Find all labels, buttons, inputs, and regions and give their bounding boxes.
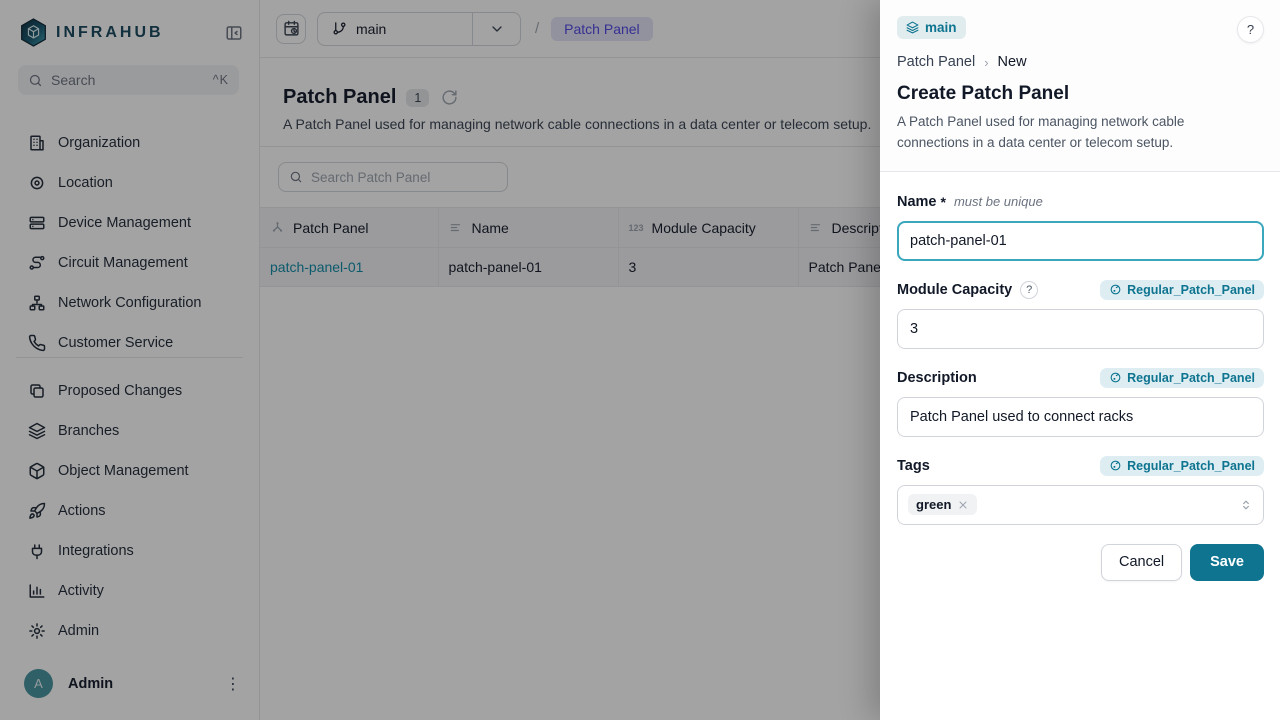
branch-badge: main (897, 16, 966, 39)
breadcrumb-parent[interactable]: Patch Panel (897, 54, 975, 70)
field-help-icon[interactable]: ? (1020, 281, 1038, 299)
remove-tag-icon[interactable] (957, 499, 969, 511)
cancel-button[interactable]: Cancel (1101, 544, 1182, 581)
drawer-header: main ? Patch Panel › New Create Patch Pa… (880, 0, 1280, 172)
tag-chip-green: green (908, 494, 977, 515)
chevron-up-down-icon (1239, 498, 1253, 512)
drawer-title: Create Patch Panel (897, 83, 1264, 105)
modal-overlay[interactable] (0, 0, 880, 720)
profile-icon (1109, 371, 1122, 384)
breadcrumb-current: New (998, 54, 1027, 70)
drawer-breadcrumb: Patch Panel › New (897, 54, 1264, 70)
help-button[interactable]: ? (1237, 16, 1264, 43)
description-input[interactable] (897, 397, 1264, 437)
profile-icon (1109, 459, 1122, 472)
chevron-right-icon: › (984, 55, 988, 70)
layers-icon (906, 21, 919, 34)
required-marker: * (941, 194, 946, 210)
field-name: Name * must be unique (897, 192, 1264, 261)
field-tags: Tags Regular_Patch_Panel green (897, 456, 1264, 525)
drawer-description: A Patch Panel used for managing network … (897, 112, 1227, 154)
create-form: Name * must be unique Module Capacity ? … (880, 172, 1280, 581)
name-input[interactable] (897, 221, 1264, 261)
unique-hint: must be unique (954, 194, 1043, 209)
tags-select[interactable]: green (897, 485, 1264, 525)
profile-badge[interactable]: Regular_Patch_Panel (1100, 368, 1264, 388)
save-button[interactable]: Save (1190, 544, 1264, 581)
profile-badge[interactable]: Regular_Patch_Panel (1100, 280, 1264, 300)
field-description: Description Regular_Patch_Panel (897, 368, 1264, 437)
profile-icon (1109, 283, 1122, 296)
field-module-capacity: Module Capacity ? Regular_Patch_Panel (897, 280, 1264, 349)
profile-badge[interactable]: Regular_Patch_Panel (1100, 456, 1264, 476)
create-patch-panel-drawer: main ? Patch Panel › New Create Patch Pa… (880, 0, 1280, 720)
module-capacity-input[interactable] (897, 309, 1264, 349)
